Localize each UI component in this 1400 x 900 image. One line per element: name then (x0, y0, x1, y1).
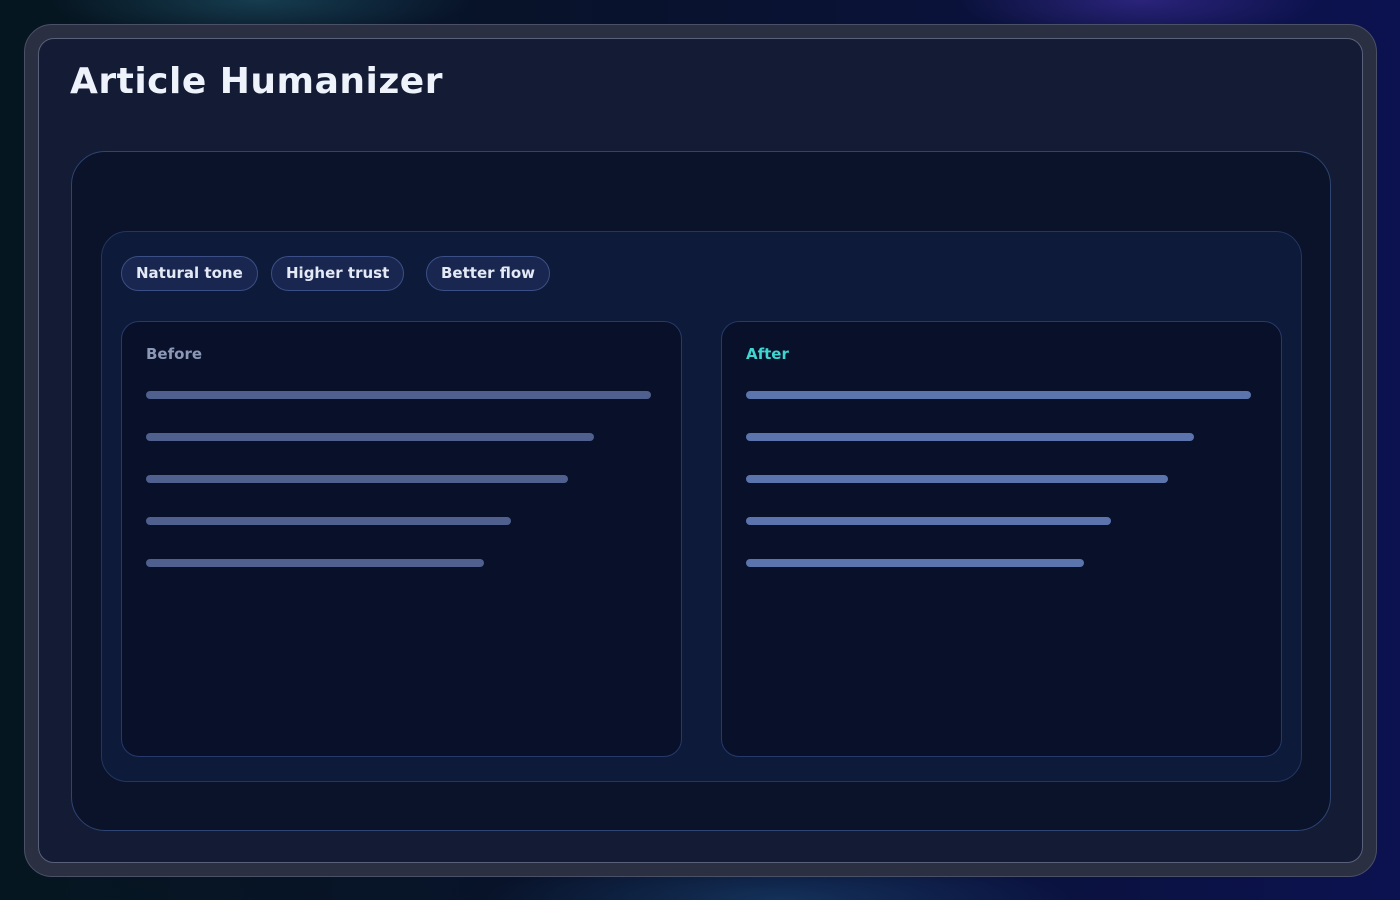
text-line-placeholder (146, 391, 651, 399)
page-title: Article Humanizer (70, 61, 443, 102)
after-panel: After (721, 321, 1282, 757)
after-label: After (746, 345, 789, 363)
text-line-placeholder (746, 391, 1251, 399)
text-line-placeholder (746, 433, 1194, 441)
comparison-workspace: Natural tone Higher trust Better flow Be… (101, 231, 1302, 782)
before-panel: Before (121, 321, 682, 757)
chip-higher-trust[interactable]: Higher trust (271, 256, 405, 291)
chip-natural-tone[interactable]: Natural tone (121, 256, 258, 291)
app-window: Article Humanizer Natural tone Higher tr… (38, 38, 1363, 863)
chip-better-flow[interactable]: Better flow (426, 256, 551, 291)
text-line-placeholder (746, 475, 1168, 483)
text-line-placeholder (146, 559, 484, 567)
text-line-placeholder (146, 433, 594, 441)
main-stage: Natural tone Higher trust Better flow Be… (71, 151, 1331, 831)
text-line-placeholder (746, 559, 1084, 567)
text-line-placeholder (146, 517, 511, 525)
text-line-placeholder (746, 517, 1111, 525)
text-line-placeholder (146, 475, 568, 483)
before-label: Before (146, 345, 203, 363)
app-window-frame: Article Humanizer Natural tone Higher tr… (24, 24, 1377, 877)
